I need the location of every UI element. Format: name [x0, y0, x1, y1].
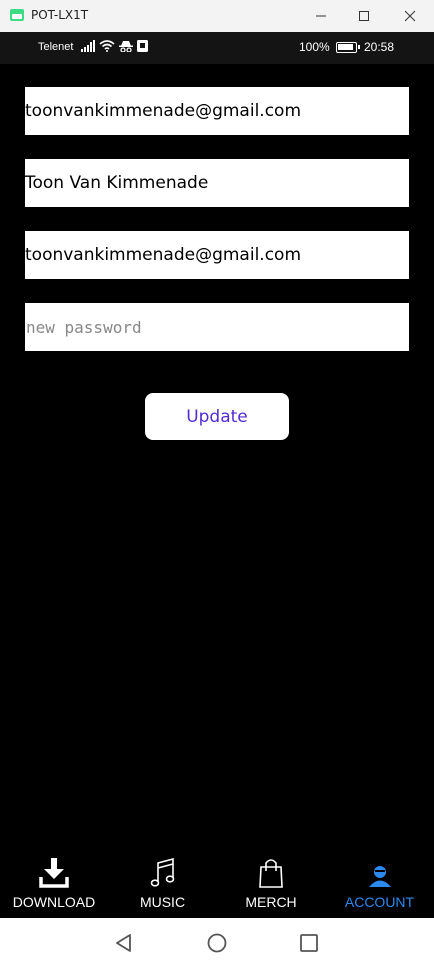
name-field-value: Toon Van Kimmenade [25, 173, 209, 193]
notification-icon [137, 40, 148, 52]
android-app-icon [10, 9, 24, 21]
update-button[interactable]: Update [145, 393, 289, 440]
minimize-button[interactable] [298, 0, 344, 32]
download-icon [39, 858, 69, 888]
tab-download[interactable]: DOWNLOAD [0, 854, 108, 918]
email-confirm-field-value: toonvankimmenade@gmail.com [25, 245, 302, 265]
music-note-icon [150, 858, 174, 887]
window-title: POT-LX1T [31, 8, 89, 22]
email-field-value: toonvankimmenade@gmail.com [25, 101, 302, 121]
tab-music[interactable]: MUSIC [108, 854, 217, 918]
window-titlebar: POT-LX1T [0, 0, 434, 32]
email-confirm-field[interactable]: toonvankimmenade@gmail.com [25, 231, 409, 279]
status-icons [81, 40, 148, 52]
close-button[interactable] [387, 0, 433, 32]
phone-screen: Telenet 100% 20:58 toonvankimmenade@gmai… [0, 32, 434, 918]
incognito-icon [119, 41, 133, 52]
password-field-container [25, 303, 409, 351]
recent-apps-icon[interactable] [298, 932, 320, 954]
carrier-name: Telenet [38, 41, 74, 53]
minimize-icon [316, 15, 326, 17]
tab-account-label: ACCOUNT [344, 894, 415, 910]
status-time: 20:58 [364, 40, 395, 54]
user-icon [368, 866, 391, 887]
tab-download-label: DOWNLOAD [12, 894, 96, 910]
shopping-bag-icon [259, 859, 283, 888]
tab-merch-label: MERCH [245, 894, 297, 910]
close-icon [404, 10, 416, 22]
android-nav-bar [0, 918, 434, 968]
new-password-input[interactable] [25, 303, 409, 351]
battery-icon [336, 42, 360, 53]
tab-account[interactable]: ACCOUNT [325, 854, 434, 918]
maximize-button[interactable] [341, 0, 387, 32]
signal-icon [81, 40, 95, 52]
battery-percent: 100% [299, 40, 330, 54]
bottom-tab-bar: DOWNLOAD MUSIC MERCH ACCOUNT [0, 854, 434, 918]
tab-merch[interactable]: MERCH [217, 854, 325, 918]
tab-music-label: MUSIC [139, 894, 186, 910]
email-field[interactable]: toonvankimmenade@gmail.com [25, 87, 409, 135]
status-bar: Telenet 100% 20:58 [0, 32, 434, 64]
wifi-icon [99, 40, 115, 52]
maximize-icon [359, 11, 369, 21]
name-field[interactable]: Toon Van Kimmenade [25, 159, 409, 207]
home-icon[interactable] [206, 932, 228, 954]
back-icon[interactable] [113, 932, 135, 954]
